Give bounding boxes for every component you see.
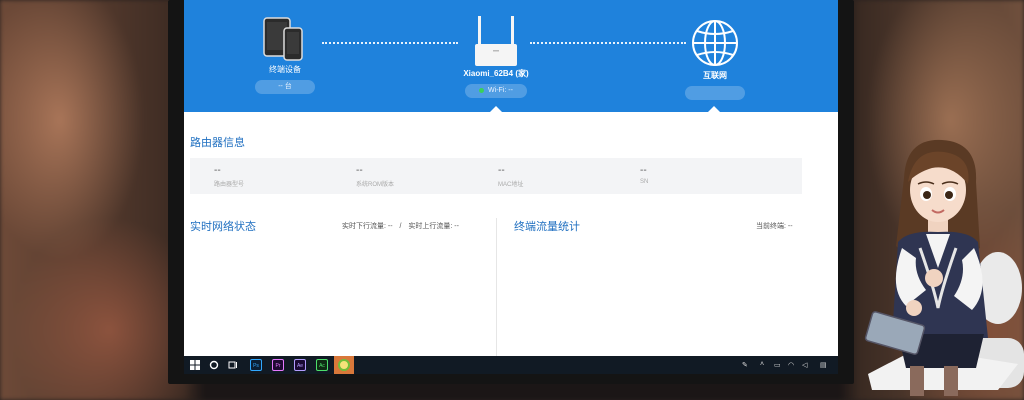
battery-icon[interactable]: ▭ bbox=[774, 361, 781, 369]
devices-count-badge: -- 台 bbox=[255, 80, 315, 94]
premiere-icon[interactable]: Pr bbox=[272, 359, 284, 371]
router-name: Xiaomi_62B4 (家) bbox=[463, 69, 529, 78]
current-terminal: 当前终端: -- bbox=[756, 223, 793, 230]
photoshop-icon[interactable]: Ps bbox=[250, 359, 262, 371]
selected-pointer bbox=[490, 106, 502, 112]
chevron-up-icon[interactable]: ˄ bbox=[760, 361, 764, 368]
info-mac-address: -- MAC地址 bbox=[498, 165, 524, 189]
pen-icon[interactable]: ✎ bbox=[742, 361, 748, 369]
panel-divider bbox=[496, 218, 497, 358]
traffic-stats-title: 终端流量统计 bbox=[514, 221, 580, 233]
topology-bar: 终端设备 -- 台 Xiaomi_62B4 (家) Wi-Fi: -- 互联网 bbox=[184, 0, 838, 112]
globe-icon bbox=[692, 20, 738, 66]
router-info-title: 路由器信息 bbox=[190, 137, 245, 149]
volume-icon[interactable]: ◁ bbox=[802, 361, 807, 369]
active-app-button[interactable] bbox=[334, 356, 354, 374]
info-model: -- 路由器型号 bbox=[214, 165, 245, 189]
presenter-avatar bbox=[864, 139, 1024, 396]
router-admin-screen: 终端设备 -- 台 Xiaomi_62B4 (家) Wi-Fi: -- 互联网 … bbox=[184, 0, 838, 374]
wifi-icon[interactable]: ◠ bbox=[788, 361, 794, 369]
router-status-badge: Wi-Fi: -- bbox=[465, 84, 527, 98]
router-node[interactable]: Xiaomi_62B4 (家) Wi-Fi: -- bbox=[456, 14, 536, 98]
task-view-icon[interactable] bbox=[228, 360, 238, 370]
devices-icon bbox=[263, 17, 303, 61]
search-icon[interactable] bbox=[209, 360, 219, 370]
internet-node[interactable]: 互联网 bbox=[678, 18, 752, 100]
devices-label: 终端设备 bbox=[269, 65, 301, 74]
network-rates: 实时下行流量: -- / 实时上行流量: -- bbox=[342, 221, 459, 231]
rate-separator: / bbox=[399, 223, 402, 230]
windows-taskbar: Ps Pr Ae Ac ✎ ˄ ▭ ◠ ◁ ▤ bbox=[184, 356, 838, 374]
devices-node[interactable]: 终端设备 -- 台 bbox=[250, 16, 320, 94]
connector-left bbox=[322, 42, 458, 44]
status-dot-icon bbox=[479, 87, 485, 93]
after-effects-icon[interactable]: Ae bbox=[294, 359, 306, 371]
connector-right bbox=[530, 42, 686, 44]
info-sn: -- SN bbox=[640, 165, 649, 186]
uplink-rate: 实时上行流量: -- bbox=[408, 223, 459, 230]
info-rom-version: -- 系统ROM版本 bbox=[356, 165, 394, 189]
router-icon bbox=[475, 16, 517, 66]
internet-pointer bbox=[708, 106, 720, 112]
internet-status-badge bbox=[685, 86, 745, 100]
internet-label: 互联网 bbox=[703, 71, 727, 80]
browser-icon bbox=[338, 359, 350, 371]
router-status-text: Wi-Fi: -- bbox=[488, 87, 513, 94]
router-info-panel: -- 路由器型号 -- 系统ROM版本 -- MAC地址 -- SN bbox=[190, 158, 802, 194]
network-status-title: 实时网络状态 bbox=[190, 221, 256, 233]
downlink-rate: 实时下行流量: -- bbox=[342, 223, 393, 230]
windows-start-icon[interactable] bbox=[190, 360, 200, 370]
notification-icon[interactable]: ▤ bbox=[820, 361, 827, 369]
audition-icon[interactable]: Ac bbox=[316, 359, 328, 371]
